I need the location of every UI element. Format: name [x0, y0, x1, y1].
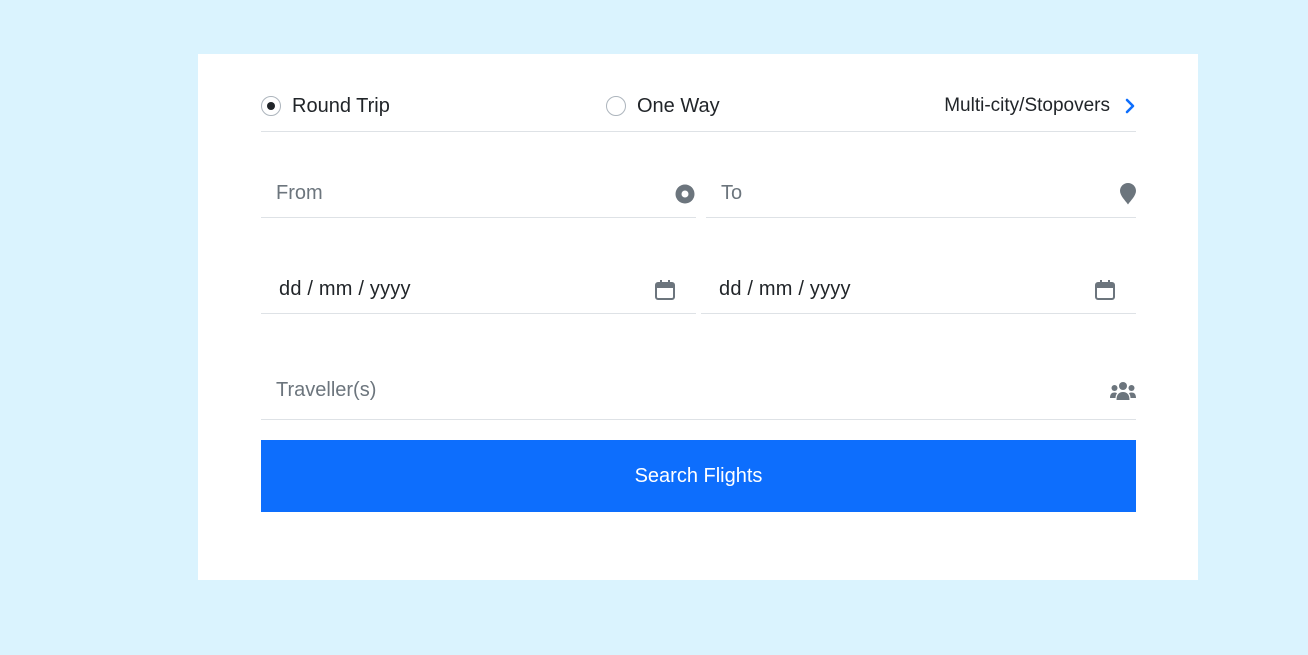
depart-date-field[interactable]: dd / mm / yyyy	[261, 266, 696, 314]
round-trip-label: Round Trip	[292, 94, 390, 117]
to-input[interactable]	[706, 170, 1136, 217]
multicity-label: Multi-city/Stopovers	[944, 95, 1110, 116]
calendar-icon[interactable]	[655, 279, 675, 300]
from-field	[261, 170, 696, 218]
multicity-link[interactable]: Multi-city/Stopovers	[944, 94, 1136, 118]
travellers-field	[261, 362, 1136, 420]
map-marker-dot-icon	[675, 184, 695, 203]
to-field	[706, 170, 1136, 218]
users-icon	[1110, 381, 1136, 400]
one-way-label: One Way	[637, 94, 720, 117]
depart-date-value[interactable]: dd / mm / yyyy	[279, 266, 411, 313]
travellers-input[interactable]	[261, 362, 1136, 419]
return-date-field[interactable]: dd / mm / yyyy	[701, 266, 1136, 314]
round-trip-option[interactable]: Round Trip	[261, 94, 390, 118]
return-date-value[interactable]: dd / mm / yyyy	[719, 266, 851, 313]
calendar-icon[interactable]	[1095, 279, 1115, 300]
one-way-option[interactable]: One Way	[606, 94, 720, 118]
map-pin-icon	[1120, 182, 1136, 204]
round-trip-radio[interactable]	[261, 96, 281, 116]
chevron-right-icon	[1125, 98, 1135, 114]
flight-search-card: Round Trip One Way Multi-city/Stopovers …	[198, 54, 1198, 580]
from-input[interactable]	[261, 170, 696, 217]
one-way-radio[interactable]	[606, 96, 626, 116]
search-flights-button[interactable]: Search Flights	[261, 440, 1136, 512]
trip-type-row: Round Trip One Way Multi-city/Stopovers	[261, 54, 1136, 132]
